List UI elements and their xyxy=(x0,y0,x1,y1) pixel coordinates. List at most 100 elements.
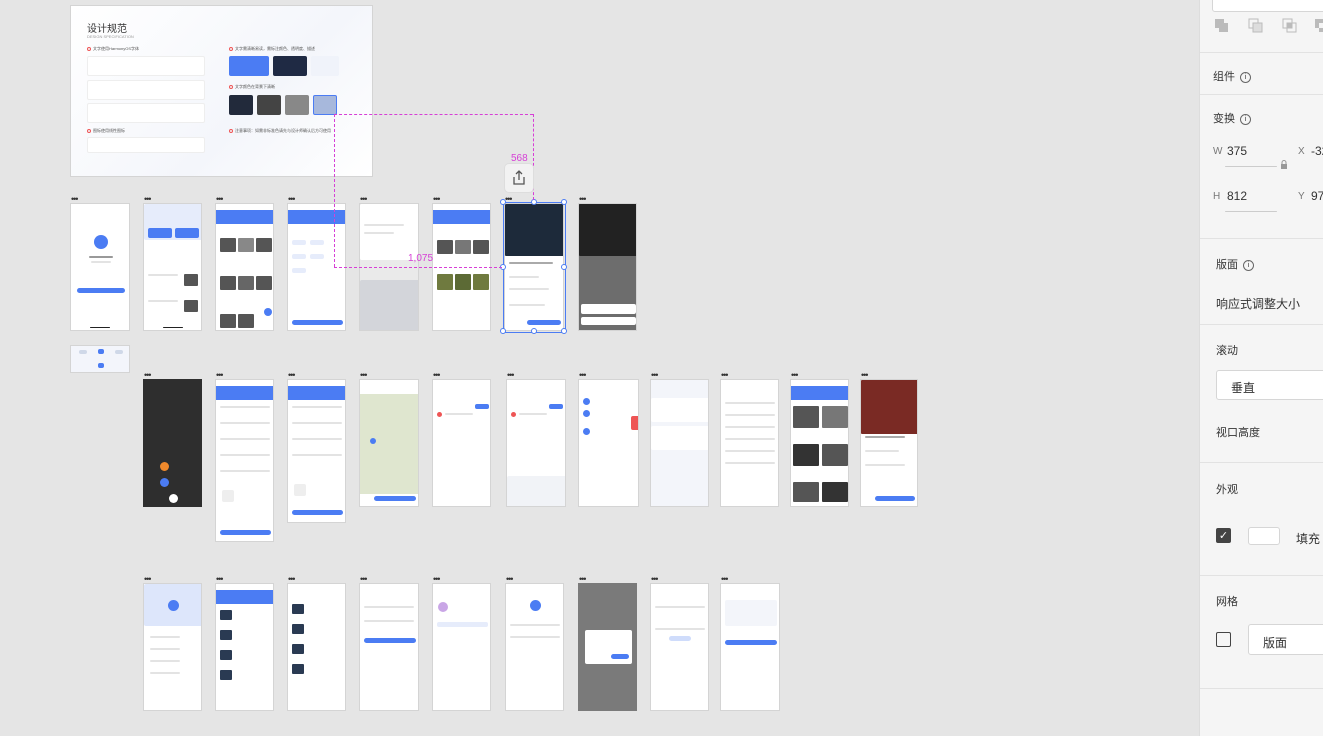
artboard-list[interactable] xyxy=(720,379,779,507)
artboard-menu-icon[interactable]: ••• xyxy=(861,371,869,380)
resize-handle[interactable] xyxy=(500,328,506,334)
color-swatch-charcoal xyxy=(257,95,281,115)
color-swatch-selected xyxy=(313,95,337,115)
measure-height-label: 1,075 xyxy=(408,253,434,264)
resize-handle[interactable] xyxy=(500,199,506,205)
bullet-icon xyxy=(229,85,233,89)
intersect-icon[interactable] xyxy=(1282,18,1298,34)
w-label: W xyxy=(1213,146,1223,157)
info-icon: i xyxy=(1240,114,1251,125)
artboard-chat-input[interactable] xyxy=(506,379,566,507)
spec-row xyxy=(87,103,205,123)
color-swatch-primary xyxy=(229,56,269,76)
resize-handle[interactable] xyxy=(561,264,567,270)
artboard-menu-icon[interactable]: ••• xyxy=(216,195,224,204)
spec-item-5: 注意事项：如需非标准色请先与设计师确认后方可使用 xyxy=(235,128,331,133)
bullet-icon xyxy=(87,47,91,51)
artboard-menu-icon[interactable]: ••• xyxy=(144,195,152,204)
artboard-home[interactable] xyxy=(143,203,202,331)
width-input[interactable]: 375 xyxy=(1227,144,1247,158)
layout-value[interactable]: 响应式调整大小 xyxy=(1216,295,1300,312)
selection-frame[interactable] xyxy=(503,202,566,333)
artboard-password[interactable] xyxy=(359,583,419,711)
artboard-notifications[interactable] xyxy=(650,379,709,507)
artboard-menu-icon[interactable]: ••• xyxy=(288,575,296,584)
artboard-modal[interactable] xyxy=(578,583,637,711)
design-canvas[interactable]: 设计规范 DESIGN SPECIFICATION 文字使用HarmonyOS字… xyxy=(0,0,1199,736)
fill-color-swatch[interactable] xyxy=(1248,527,1280,545)
fill-checkbox[interactable]: ✓ xyxy=(1216,528,1231,543)
artboard-menu-icon[interactable]: ••• xyxy=(433,371,441,380)
artboard-product-detail[interactable] xyxy=(860,379,918,507)
x-input[interactable]: -32 xyxy=(1311,144,1323,158)
artboard-messages[interactable] xyxy=(578,379,639,507)
artboard-menu-icon[interactable]: ••• xyxy=(144,575,152,584)
artboard-menu-icon[interactable]: ••• xyxy=(360,195,368,204)
height-input[interactable]: 812 xyxy=(1227,189,1247,203)
artboard-tabbar[interactable] xyxy=(70,345,130,373)
spec-row xyxy=(87,56,205,76)
artboard-product-grid[interactable] xyxy=(790,379,849,507)
resize-handle[interactable] xyxy=(561,199,567,205)
artboard-menu-icon[interactable]: ••• xyxy=(791,371,799,380)
resize-handle[interactable] xyxy=(531,199,537,205)
viewport-height-label: 视口高度 xyxy=(1216,427,1260,439)
artboard-menu-icon[interactable]: ••• xyxy=(721,575,729,584)
info-icon: i xyxy=(1243,260,1254,271)
top-field[interactable] xyxy=(1212,0,1323,12)
exclude-icon[interactable] xyxy=(1314,18,1323,34)
artboard-map[interactable] xyxy=(359,379,419,507)
artboard-menu-icon[interactable]: ••• xyxy=(216,371,224,380)
artboard-splash[interactable] xyxy=(70,203,130,331)
artboard-menu-icon[interactable]: ••• xyxy=(433,575,441,584)
lock-icon[interactable] xyxy=(1280,160,1288,170)
artboard-form-long[interactable] xyxy=(215,379,274,542)
artboard-chat[interactable] xyxy=(432,379,491,507)
artboard-menu-icon[interactable]: ••• xyxy=(507,371,515,380)
artboard-menu-icon[interactable]: ••• xyxy=(433,195,441,204)
artboard-account[interactable] xyxy=(432,583,491,711)
grid-checkbox[interactable] xyxy=(1216,632,1231,647)
artboard-detail-dialog[interactable] xyxy=(578,203,637,331)
artboard-menu-icon[interactable]: ••• xyxy=(288,195,296,204)
measure-guide-horizontal xyxy=(334,267,502,268)
appearance-section-title: 外观 xyxy=(1216,484,1238,496)
y-input[interactable]: 97 xyxy=(1311,189,1323,203)
artboard-dark-menu[interactable] xyxy=(143,379,202,507)
artboard-orders[interactable] xyxy=(215,583,274,711)
union-icon[interactable] xyxy=(1214,18,1230,34)
scroll-select[interactable]: 垂直 xyxy=(1216,370,1323,400)
artboard-menu-icon[interactable]: ••• xyxy=(144,371,152,380)
resize-handle[interactable] xyxy=(531,328,537,334)
artboard-feedback[interactable] xyxy=(650,583,709,711)
design-spec-artboard[interactable]: 设计规范 DESIGN SPECIFICATION 文字使用HarmonyOS字… xyxy=(70,5,373,177)
artboard-menu-icon[interactable]: ••• xyxy=(651,575,659,584)
color-swatch-dark xyxy=(273,56,307,76)
artboard-menu-icon[interactable]: ••• xyxy=(71,195,79,204)
subtract-icon[interactable] xyxy=(1248,18,1264,34)
artboard-menu-icon[interactable]: ••• xyxy=(216,575,224,584)
artboard-menu-icon[interactable]: ••• xyxy=(651,371,659,380)
artboard-form[interactable] xyxy=(287,379,346,523)
components-section-title: 组件 i xyxy=(1213,68,1251,84)
artboard-report[interactable] xyxy=(720,583,780,711)
artboard-menu-icon[interactable]: ••• xyxy=(579,371,587,380)
artboard-menu-icon[interactable]: ••• xyxy=(360,371,368,380)
artboard-favorites[interactable] xyxy=(287,583,346,711)
spec-subtitle: DESIGN SPECIFICATION xyxy=(87,34,134,39)
artboard-menu-icon[interactable]: ••• xyxy=(721,371,729,380)
grid-select[interactable]: 版面 xyxy=(1248,624,1323,655)
artboard-feed[interactable] xyxy=(215,203,274,331)
transform-section-title: 变换 i xyxy=(1213,110,1251,126)
artboard-menu-icon[interactable]: ••• xyxy=(579,195,587,204)
share-button[interactable] xyxy=(505,164,533,192)
artboard-profile[interactable] xyxy=(143,583,202,711)
scroll-select-value: 垂直 xyxy=(1231,381,1256,395)
resize-handle[interactable] xyxy=(561,328,567,334)
artboard-menu-icon[interactable]: ••• xyxy=(506,575,514,584)
artboard-menu-icon[interactable]: ••• xyxy=(288,371,296,380)
artboard-menu-icon[interactable]: ••• xyxy=(360,575,368,584)
bullet-icon xyxy=(229,47,233,51)
artboard-menu-icon[interactable]: ••• xyxy=(579,575,587,584)
artboard-about[interactable] xyxy=(505,583,564,711)
